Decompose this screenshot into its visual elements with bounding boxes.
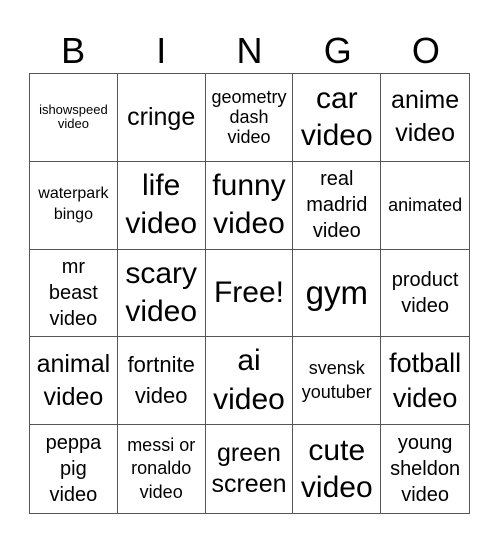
bingo-cell[interactable]: geometry dash video (205, 74, 294, 162)
bingo-cell[interactable]: scary video (117, 249, 206, 338)
bingo-cell[interactable]: anime video (381, 74, 469, 162)
header-letter-b: B (61, 30, 86, 71)
bingo-cell[interactable]: ishowspeed video (30, 74, 118, 162)
header-letter-i: I (156, 30, 167, 71)
bingo-cell[interactable]: car video (293, 74, 382, 162)
bingo-cell[interactable]: messi or ronaldo video (118, 425, 206, 513)
header-letter-g: G (323, 30, 352, 71)
bingo-cell[interactable]: animated (381, 162, 469, 250)
bingo-cell[interactable]: funny video (205, 161, 294, 250)
bingo-cell[interactable]: green screen (206, 425, 294, 513)
bingo-cell[interactable]: cringe (117, 74, 206, 162)
header-letter-n: N (236, 30, 263, 71)
bingo-cell[interactable]: waterpark bingo (30, 161, 118, 250)
bingo-card: ishowspeed video cringe geometry dash vi… (29, 73, 470, 514)
bingo-cell[interactable]: fortnite video (117, 337, 206, 426)
bingo-cell[interactable]: product video (381, 250, 469, 338)
bingo-cell[interactable]: fotball video (381, 337, 469, 426)
bingo-cell[interactable]: animal video (30, 337, 118, 426)
bingo-cell[interactable]: young sheldon video (381, 425, 469, 513)
bingo-cell[interactable]: gym (293, 249, 382, 338)
header-letter-o: O (411, 30, 440, 71)
bingo-cell free-space[interactable]: Free! (205, 249, 294, 338)
bingo-cell[interactable]: peppa pig video (30, 425, 118, 513)
bingo-header: B I N G O (29, 30, 470, 72)
bingo-cell[interactable]: life video (117, 161, 206, 250)
bingo-cell[interactable]: ai video (205, 337, 294, 426)
bingo-cell[interactable]: mr beast video (30, 249, 118, 338)
bingo-cell[interactable]: svensk youtuber (293, 337, 382, 426)
bingo-cell[interactable]: real madrid video (293, 161, 382, 250)
bingo-cell[interactable]: cute video (293, 425, 382, 513)
